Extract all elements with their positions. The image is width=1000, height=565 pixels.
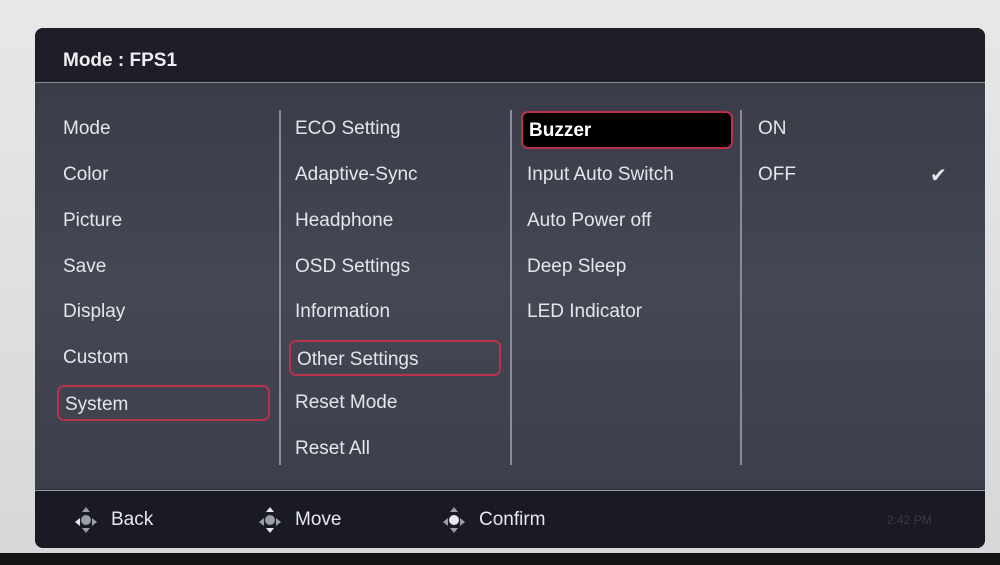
confirm-label: Confirm	[479, 509, 546, 530]
menu-item-osd-settings[interactable]: OSD Settings	[289, 249, 501, 285]
menu-item-color[interactable]: Color	[57, 157, 267, 193]
osd-header: Mode : FPS1	[35, 28, 985, 83]
back-hint[interactable]: Back	[75, 507, 153, 533]
move-hint[interactable]: Move	[259, 507, 341, 533]
menu-item-auto-power-off[interactable]: Auto Power off	[521, 203, 733, 239]
menu-item-deep-sleep[interactable]: Deep Sleep	[521, 249, 733, 285]
menu-item-buzzer[interactable]: Buzzer	[521, 111, 733, 149]
menu-item-reset-mode[interactable]: Reset Mode	[289, 385, 501, 421]
option-off[interactable]: OFF	[752, 157, 952, 193]
menu-item-eco-setting[interactable]: ECO Setting	[289, 111, 501, 147]
joystick-left-icon	[75, 507, 97, 533]
joystick-updown-icon	[259, 507, 281, 533]
joystick-press-icon	[443, 507, 465, 533]
confirm-hint[interactable]: Confirm	[443, 507, 546, 533]
check-icon: ✔	[930, 165, 947, 187]
menu-item-reset-all[interactable]: Reset All	[289, 431, 501, 467]
monitor-bezel	[0, 553, 1000, 565]
menu-item-adaptive-sync[interactable]: Adaptive-Sync	[289, 157, 501, 193]
mode-title: Mode : FPS1	[63, 50, 178, 71]
menu-item-headphone[interactable]: Headphone	[289, 203, 501, 239]
menu-item-input-auto-switch[interactable]: Input Auto Switch	[521, 157, 733, 193]
column-divider	[279, 110, 281, 465]
move-label: Move	[295, 509, 342, 530]
osd-body: Mode Color Picture Save Display Custom S…	[35, 83, 985, 489]
menu-item-picture[interactable]: Picture	[57, 203, 267, 239]
menu-item-other-settings[interactable]: Other Settings	[289, 340, 501, 376]
osd-menu: Mode : FPS1 Mode Color Picture Save Disp…	[35, 28, 985, 548]
option-on[interactable]: ON	[752, 111, 952, 147]
menu-item-save[interactable]: Save	[57, 249, 267, 285]
menu-item-display[interactable]: Display	[57, 294, 267, 330]
menu-item-led-indicator[interactable]: LED Indicator	[521, 294, 733, 330]
menu-item-information[interactable]: Information	[289, 294, 501, 330]
menu-item-custom[interactable]: Custom	[57, 340, 267, 376]
menu-item-mode[interactable]: Mode	[57, 111, 267, 147]
osd-footer: Back Move Confirm 2:42 PM	[35, 490, 985, 548]
column-divider	[740, 110, 742, 465]
menu-item-system[interactable]: System	[57, 385, 270, 421]
back-label: Back	[111, 509, 154, 530]
taskbar-clock: 2:42 PM	[887, 513, 932, 527]
column-divider	[510, 110, 512, 465]
